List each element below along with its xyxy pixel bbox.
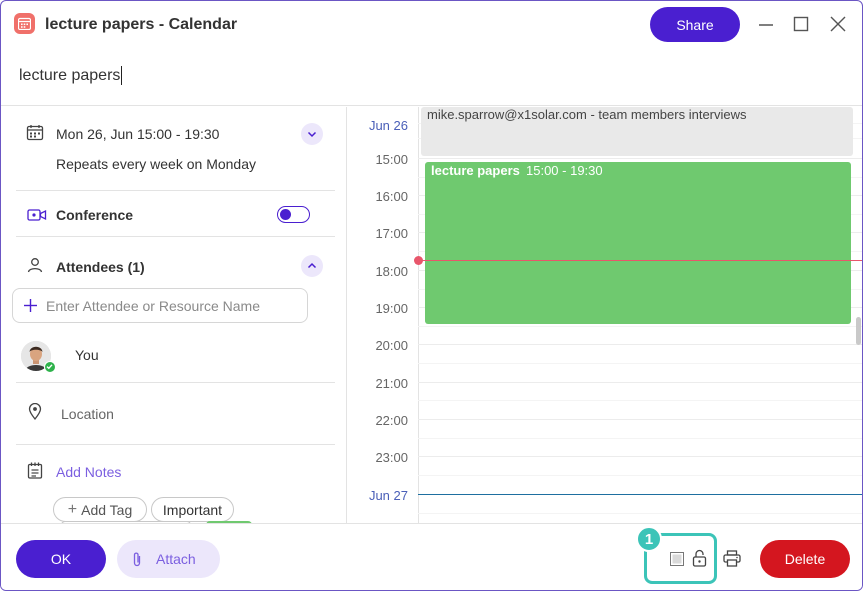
hour-label: 19:00: [375, 301, 408, 316]
time-gutter-divider: [418, 107, 419, 523]
location-section[interactable]: Location: [16, 383, 335, 445]
hour-label: 21:00: [375, 376, 408, 391]
attendees-label: Attendees (1): [56, 259, 145, 275]
private-checkbox[interactable]: [670, 552, 684, 571]
plus-icon: +: [67, 500, 78, 518]
calendar-app-icon: [14, 13, 35, 34]
location-pin-icon: [28, 402, 42, 425]
ok-button[interactable]: OK: [16, 540, 106, 578]
notes-icon: [27, 462, 43, 484]
hour-label: 22:00: [375, 413, 408, 428]
hour-line: [418, 158, 862, 159]
minimize-icon[interactable]: [756, 14, 776, 34]
calendar-icon: [26, 124, 44, 147]
datetime-section[interactable]: Mon 26, Jun 15:00 - 19:30 Repeats every …: [16, 107, 335, 191]
event-title-input[interactable]: lecture papers: [19, 66, 123, 85]
event-title-field[interactable]: lecture papers: [1, 47, 862, 106]
highlight-badge: 1: [636, 526, 662, 552]
hour-label: 23:00: [375, 450, 408, 465]
conference-toggle[interactable]: [277, 206, 310, 223]
maximize-icon[interactable]: [791, 14, 811, 34]
allday-event-block[interactable]: mike.sparrow@x1solar.com - team members …: [421, 107, 853, 156]
event-block[interactable]: lecture papers 15:00 - 19:30: [425, 162, 851, 324]
window-title: lecture papers - Calendar: [45, 16, 238, 33]
day-boundary-line: [418, 494, 862, 495]
add-notes-link[interactable]: Add Notes: [56, 464, 121, 480]
half-hour-line: [418, 513, 862, 514]
add-tag-button[interactable]: + Add Tag: [53, 497, 147, 522]
hour-label: 17:00: [375, 226, 408, 241]
event-datetime[interactable]: Mon 26, Jun 15:00 - 19:30: [56, 126, 219, 142]
toggle-knob: [279, 208, 291, 220]
half-hour-line: [418, 475, 862, 476]
current-time-dot: [414, 256, 423, 265]
hour-line: [418, 419, 862, 420]
share-button[interactable]: Share: [650, 7, 740, 42]
attendee-input[interactable]: Enter Attendee or Resource Name: [12, 288, 308, 323]
hour-label: 15:00: [375, 152, 408, 167]
attach-button[interactable]: Attach: [117, 540, 220, 578]
print-icon[interactable]: [723, 550, 741, 572]
attendee-name: You: [75, 347, 99, 363]
day-timeline: Jun 26 15:00 16:00 17:00 18:00 19:00 20:…: [348, 107, 862, 523]
hour-label: 18:00: [375, 264, 408, 279]
date-label-end: Jun 27: [368, 488, 408, 503]
delete-button[interactable]: Delete: [760, 540, 850, 578]
accepted-check-icon: [44, 361, 56, 373]
current-time-line: [418, 260, 862, 261]
close-icon[interactable]: [828, 14, 848, 34]
hour-line: [418, 456, 862, 457]
chevron-up-icon[interactable]: [301, 255, 323, 277]
event-repeat[interactable]: Repeats every week on Monday: [56, 156, 256, 172]
half-hour-line: [418, 438, 862, 439]
plus-icon: [23, 298, 38, 318]
event-block-title: lecture papers: [431, 163, 520, 178]
hour-label: 20:00: [375, 338, 408, 353]
event-details-panel: Mon 26, Jun 15:00 - 19:30 Repeats every …: [1, 107, 347, 523]
hour-label: 16:00: [375, 189, 408, 204]
half-hour-line: [418, 400, 862, 401]
paperclip-icon: [130, 551, 144, 571]
attendee-placeholder: Enter Attendee or Resource Name: [46, 298, 261, 314]
lock-icon[interactable]: [692, 549, 707, 572]
conference-label: Conference: [56, 207, 134, 223]
person-icon: [27, 257, 43, 278]
chevron-down-icon[interactable]: [301, 123, 323, 145]
date-label-start: Jun 26: [368, 118, 408, 133]
hour-line: [418, 344, 862, 345]
timeline-scrollbar[interactable]: [856, 317, 861, 345]
footer-bar: OK Attach 1 Delete: [1, 523, 862, 590]
hour-line: [418, 382, 862, 383]
half-hour-line: [418, 363, 862, 364]
event-block-time: 15:00 - 19:30: [526, 163, 603, 178]
location-field[interactable]: Location: [61, 406, 114, 422]
allday-event-title: mike.sparrow@x1solar.com - team members …: [427, 107, 747, 122]
add-tag-label: Add Tag: [81, 501, 133, 518]
video-camera-icon: [27, 207, 47, 228]
half-hour-line: [418, 326, 862, 327]
calendar-event-window: lecture papers - Calendar Share lecture …: [0, 0, 863, 591]
title-bar: lecture papers - Calendar Share: [1, 1, 862, 47]
attach-label: Attach: [156, 551, 196, 567]
tag-important[interactable]: Important: [151, 497, 234, 522]
